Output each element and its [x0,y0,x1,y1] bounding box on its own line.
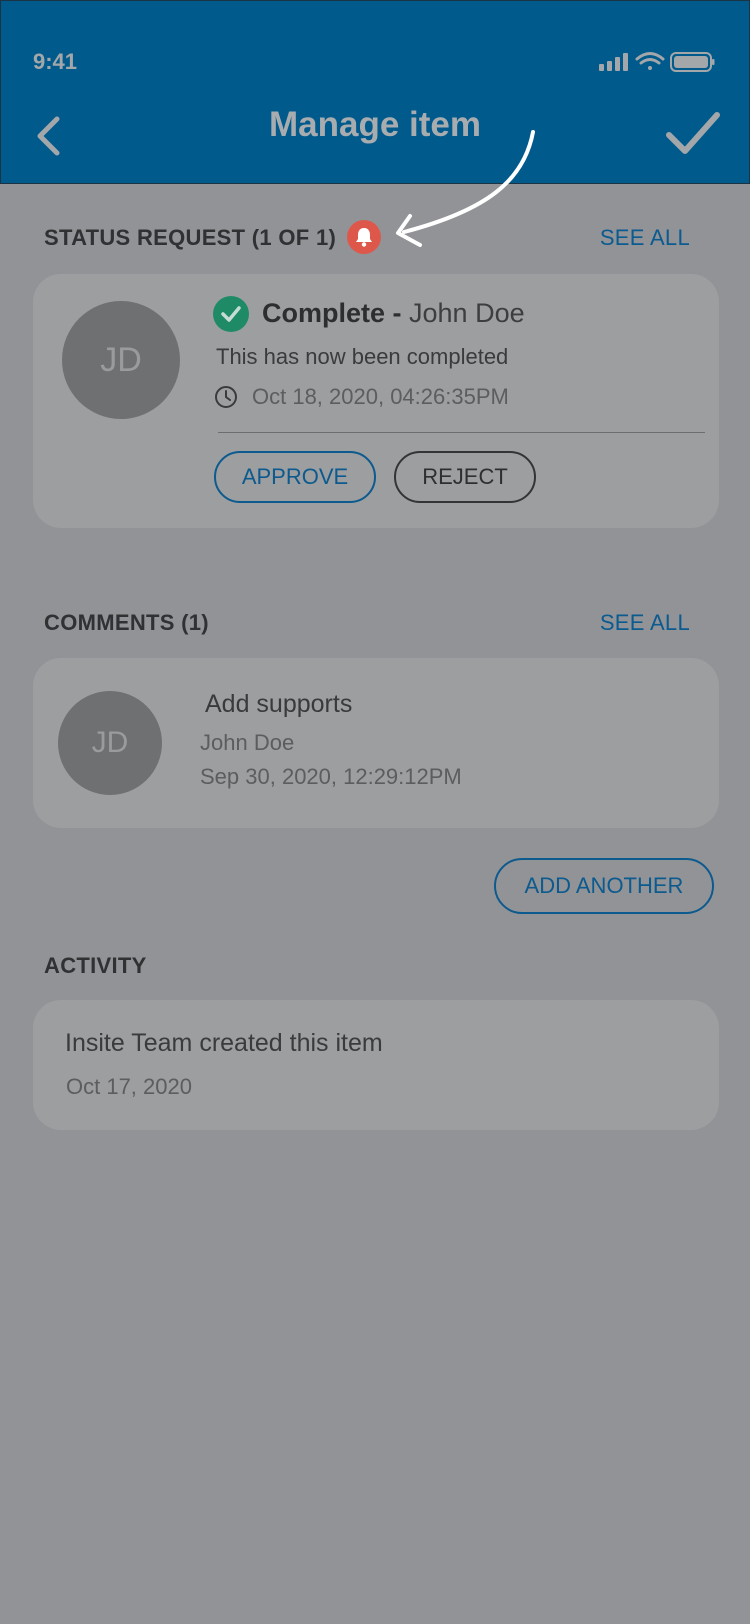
comment-avatar: JD [58,691,162,795]
battery-icon [670,52,715,72]
bell-icon [356,228,372,247]
status-message: This has now been completed [216,344,509,369]
comment-timestamp: Sep 30, 2020, 12:29:12PM [200,764,462,789]
annotation-arrow [396,130,535,247]
avatar: JD [62,301,180,419]
checkmark-icon[interactable] [665,107,721,161]
activity-text: Insite Team created this item [65,1029,383,1057]
status-line: Complete - John Doe [262,298,525,329]
reject-button[interactable]: REJECT [394,451,536,503]
add-another-button[interactable]: ADD ANOTHER [494,858,714,914]
comments-heading: COMMENTS (1) [44,610,209,635]
app-header: 9:41 Manage item [0,0,750,184]
status-timestamp: Oct 18, 2020, 04:26:35PM [252,384,509,409]
status-request-see-all-link[interactable]: SEE ALL [600,225,690,251]
system-icons [599,51,715,78]
status-bar-time: 9:41 [33,49,78,74]
alert-badge [347,220,381,254]
activity-card [33,1000,719,1130]
clock-icon [215,386,237,408]
divider [218,432,705,433]
comment-author: John Doe [200,730,295,755]
signal-icon [599,53,628,71]
activity-heading: ACTIVITY [44,953,147,978]
comments-see-all-link[interactable]: SEE ALL [600,610,690,636]
approve-button[interactable]: APPROVE [214,451,376,503]
comment-text: Add supports [205,690,353,718]
status-request-heading: STATUS REQUEST (1 OF 1) [44,225,337,250]
status-user: John Doe [409,298,525,328]
wifi-icon [635,52,665,70]
check-circle-icon [213,296,249,332]
status-label: Complete - [262,298,410,328]
page-title: Manage item [269,105,481,144]
activity-date: Oct 17, 2020 [66,1074,192,1099]
